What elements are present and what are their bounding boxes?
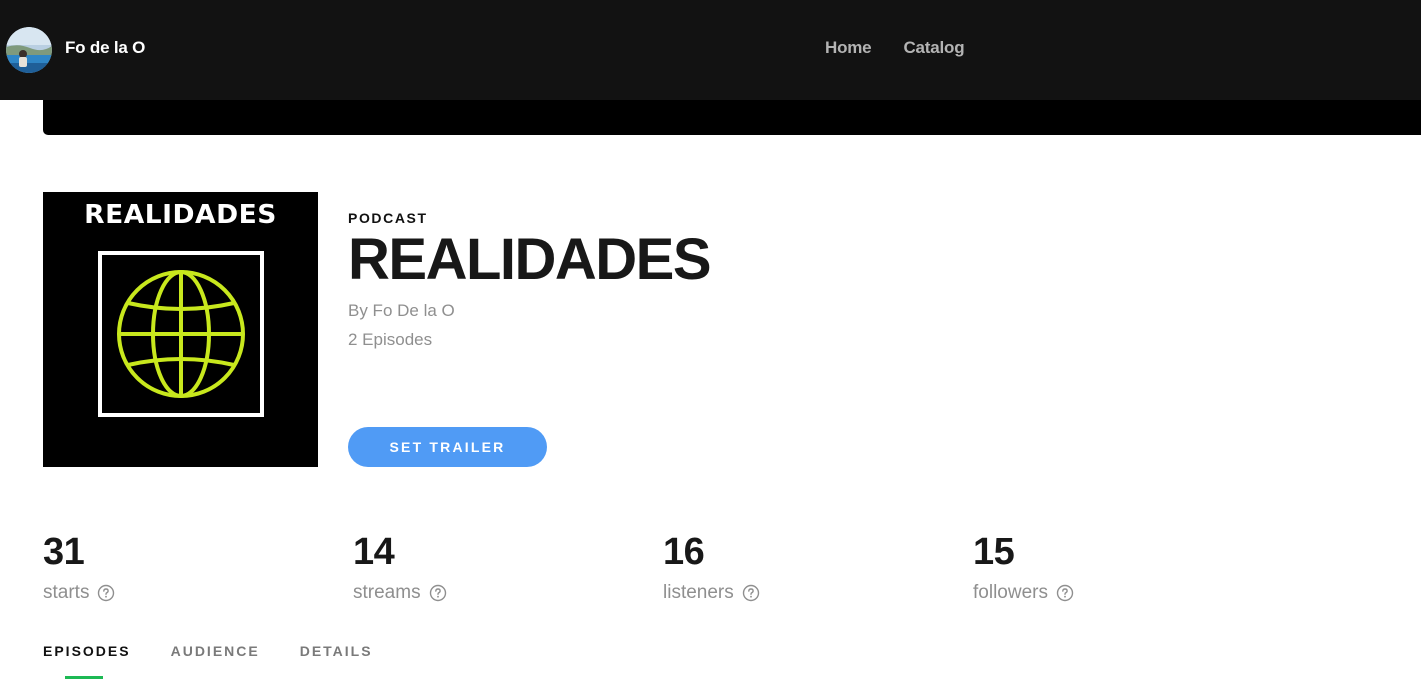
stat-label: listeners bbox=[663, 582, 734, 603]
stat-streams: 14 streams bbox=[353, 530, 447, 604]
account-name: Fo de la O bbox=[65, 38, 146, 57]
main-nav: Home Catalog bbox=[825, 38, 965, 58]
podcast-author: By Fo De la O bbox=[348, 301, 455, 320]
stat-followers: 15 followers bbox=[973, 530, 1074, 604]
stat-label: followers bbox=[973, 582, 1048, 603]
tab-details[interactable]: DETAILS bbox=[300, 643, 373, 679]
tab-episodes[interactable]: EPISODES bbox=[43, 643, 131, 679]
tab-audience[interactable]: AUDIENCE bbox=[171, 643, 260, 679]
help-icon[interactable] bbox=[742, 584, 760, 602]
podcast-title: REALIDADES bbox=[348, 227, 712, 292]
podcast-meta: PODCAST REALIDADES By Fo De la O 2 Episo… bbox=[348, 210, 712, 350]
episode-count: 2 Episodes bbox=[348, 330, 433, 349]
account-menu[interactable]: Fo de la O bbox=[6, 27, 145, 73]
stat-listeners: 16 listeners bbox=[663, 530, 760, 604]
stat-label: starts bbox=[43, 582, 90, 603]
help-icon[interactable] bbox=[97, 584, 115, 602]
stat-value: 14 bbox=[353, 531, 395, 573]
nav-catalog-link[interactable]: Catalog bbox=[903, 38, 964, 58]
stat-label: streams bbox=[353, 582, 421, 603]
podcast-tabs: EPISODES AUDIENCE DETAILS bbox=[43, 643, 373, 679]
help-icon[interactable] bbox=[1056, 584, 1074, 602]
nav-home-link[interactable]: Home bbox=[825, 38, 872, 58]
cover-title: REALIDADES bbox=[84, 200, 277, 230]
content-type-label: PODCAST bbox=[348, 210, 428, 226]
set-trailer-button[interactable]: SET TRAILER bbox=[348, 427, 547, 467]
help-icon[interactable] bbox=[429, 584, 447, 602]
avatar bbox=[6, 27, 52, 73]
podcast-cover-art: REALIDADES bbox=[43, 192, 318, 467]
globe-icon bbox=[98, 251, 264, 417]
stat-value: 31 bbox=[43, 531, 85, 573]
stat-value: 15 bbox=[973, 531, 1015, 573]
stat-starts: 31 starts bbox=[43, 530, 115, 604]
stat-value: 16 bbox=[663, 531, 705, 573]
top-navigation-bar: Fo de la O Home Catalog bbox=[0, 0, 1421, 100]
